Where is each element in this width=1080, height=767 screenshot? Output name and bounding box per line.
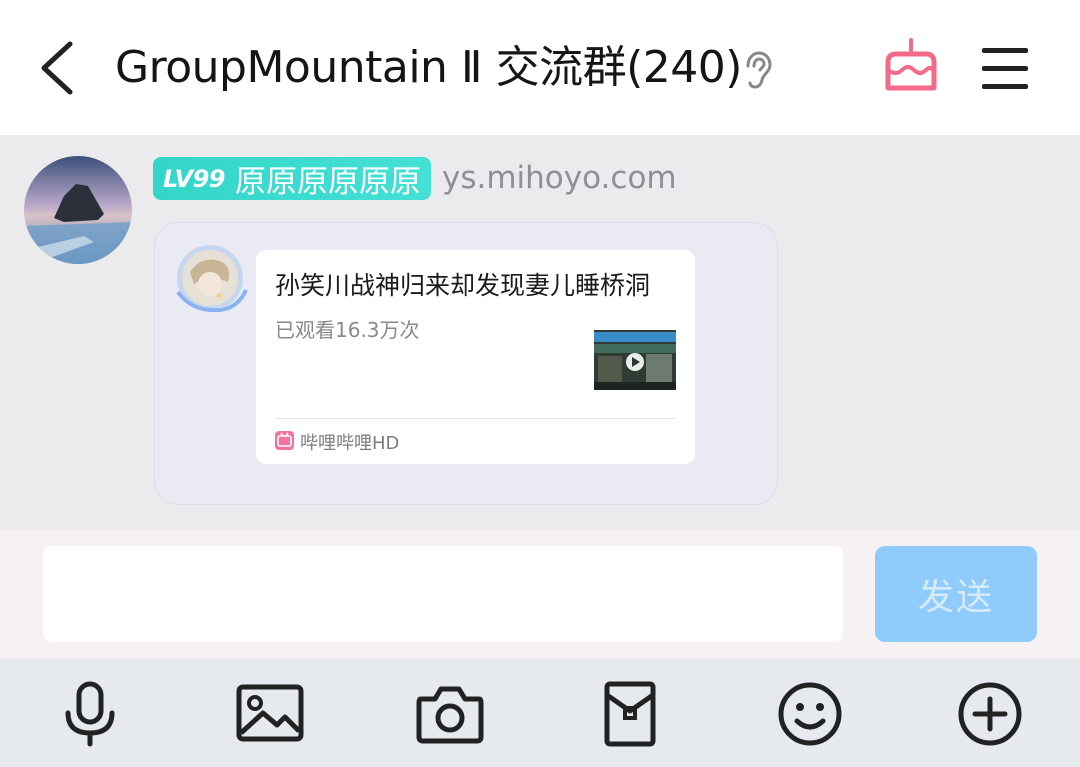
plus-circle-icon	[958, 682, 1022, 746]
more-button[interactable]	[955, 681, 1025, 747]
sender-nickname[interactable]: 原原原原原原	[225, 156, 421, 201]
composer-bar: 发送	[0, 530, 1080, 659]
microphone-icon	[65, 681, 115, 747]
sender-site: ys.mihoyo.com	[442, 160, 677, 196]
hamburger-menu-icon	[982, 48, 1028, 89]
shared-video-card[interactable]: 孙笑川战神归来却发现妻儿睡桥洞 已观看16.3万次 哔哩哔哩HD	[256, 250, 695, 464]
red-packet-button[interactable]	[595, 681, 665, 747]
chat-header: GroupMountain Ⅱ 交流群(240)	[0, 0, 1080, 135]
back-button[interactable]	[30, 36, 90, 100]
video-source: 哔哩哔哩HD	[300, 433, 400, 454]
level-label: LV99	[163, 164, 225, 193]
video-thumbnail[interactable]	[594, 320, 676, 390]
ear-icon[interactable]	[740, 50, 776, 90]
chevron-left-icon	[41, 41, 73, 95]
birthday-cake-button[interactable]	[880, 36, 942, 98]
send-button[interactable]: 发送	[875, 546, 1037, 642]
red-packet-icon	[604, 681, 656, 747]
sender-avatar[interactable]	[24, 156, 132, 264]
camera-icon	[416, 686, 484, 744]
image-icon	[236, 684, 304, 742]
level-badge: LV99 原原原原原原	[153, 157, 431, 200]
emoji-button[interactable]	[775, 681, 845, 747]
video-views: 已观看16.3万次	[275, 318, 420, 342]
video-title[interactable]: 孙笑川战神归来却发现妻儿睡桥洞	[275, 266, 650, 302]
input-toolbar	[0, 659, 1080, 767]
group-title: GroupMountain Ⅱ 交流群(240)	[115, 42, 742, 93]
card-divider	[275, 418, 676, 419]
image-button[interactable]	[235, 681, 305, 747]
menu-button[interactable]	[978, 42, 1032, 96]
card-avatar	[172, 238, 250, 316]
camera-button[interactable]	[415, 681, 485, 747]
message-input[interactable]	[43, 546, 843, 642]
bilibili-icon	[275, 431, 294, 450]
emoji-icon	[778, 682, 842, 746]
birthday-cake-icon	[885, 38, 937, 91]
voice-button[interactable]	[55, 681, 125, 747]
